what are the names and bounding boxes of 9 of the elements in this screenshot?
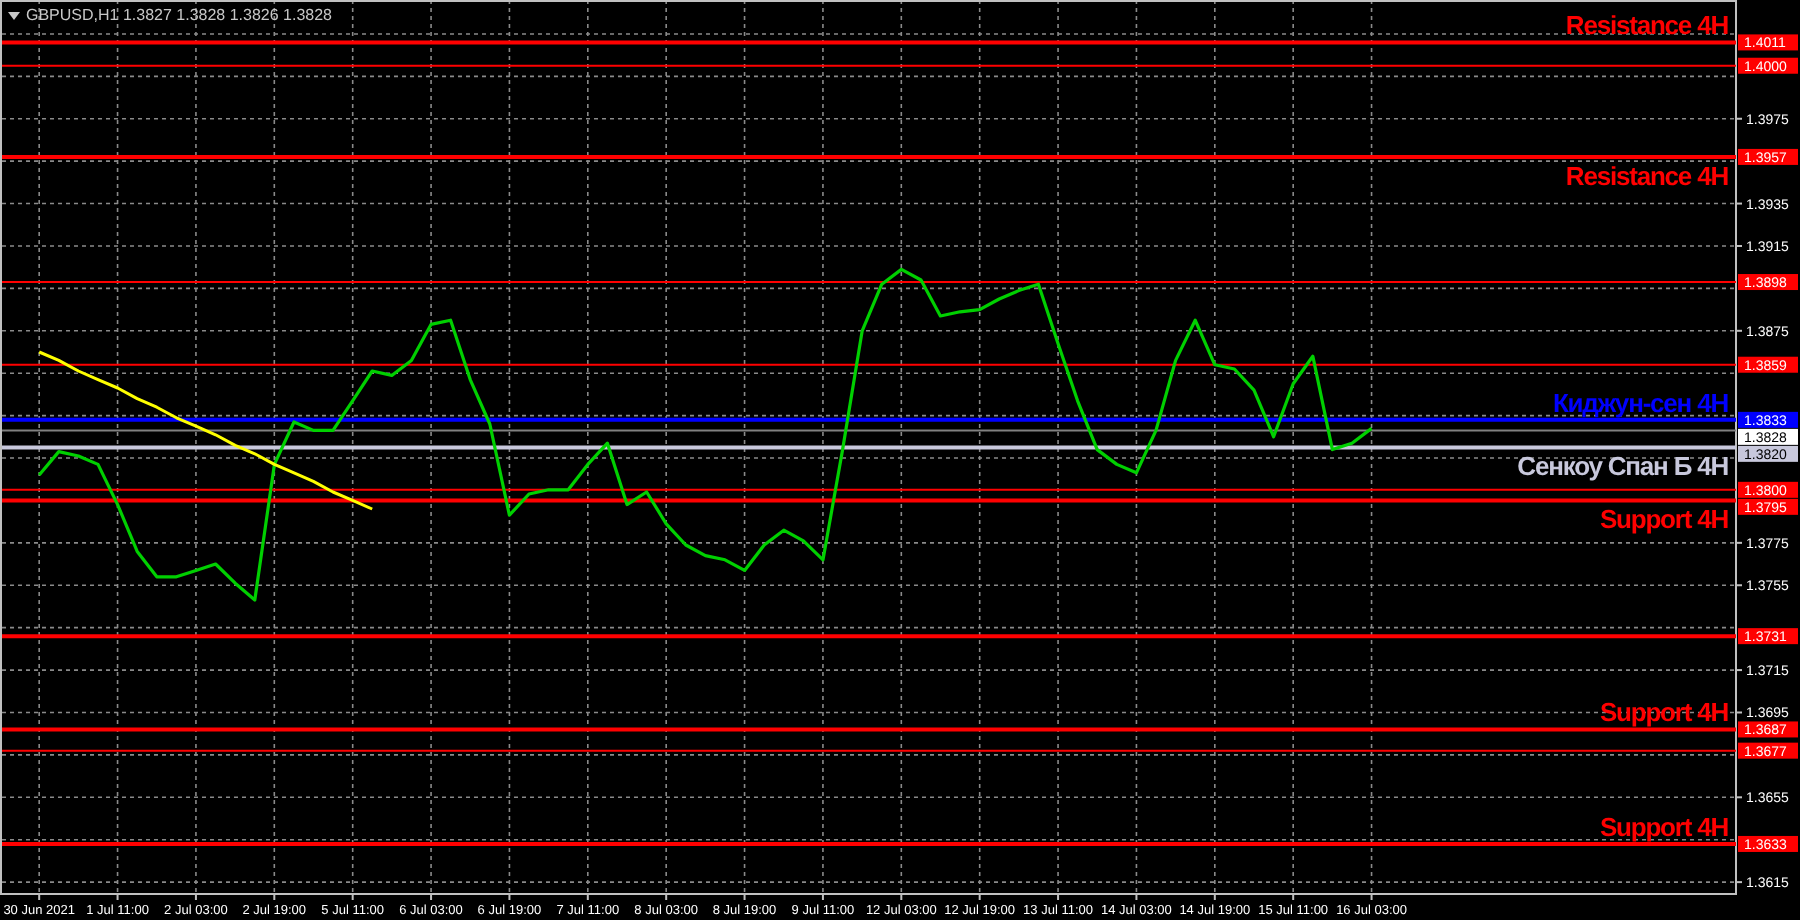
level-label: Support 4H <box>1599 697 1728 728</box>
level-label: Киджун-сен 4H <box>1552 387 1728 418</box>
triangle-icon[interactable] <box>8 12 20 20</box>
level-label: Support 4H <box>1599 811 1728 842</box>
chart-title: GBPUSD,H1 1.3827 1.3828 1.3826 1.3828 <box>26 6 332 24</box>
level-label: Resistance 4H <box>1565 10 1728 41</box>
level-label: Support 4H <box>1599 504 1728 535</box>
level-label: Сенкоу Спан Б 4H <box>1517 451 1728 482</box>
level-label: Resistance 4H <box>1565 160 1728 191</box>
